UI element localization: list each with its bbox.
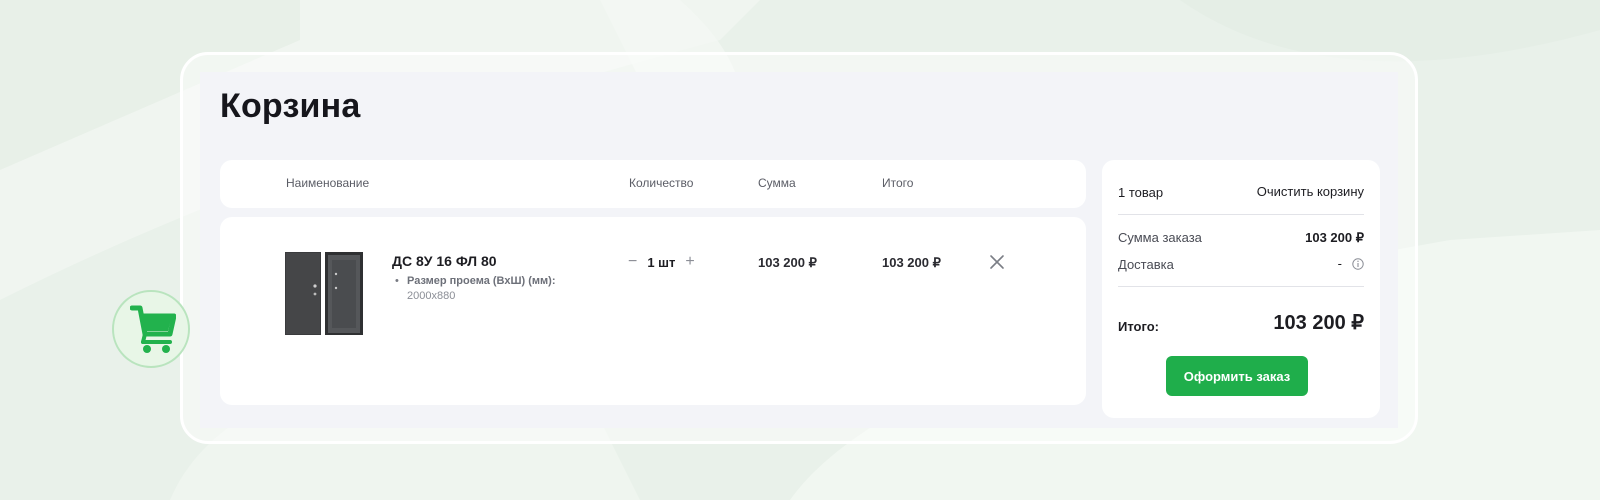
item-sum: 103 200 ₽ xyxy=(758,255,817,270)
quantity-stepper: − 1 шт + xyxy=(628,252,695,272)
delivery-value: - xyxy=(1337,256,1342,271)
column-sum: Сумма xyxy=(758,176,796,190)
quantity-increase-button[interactable]: + xyxy=(685,254,694,270)
order-summary: 1 товар Очистить корзину Сумма заказа 10… xyxy=(1102,160,1380,418)
quantity-value: 1 шт xyxy=(647,254,676,270)
spec-label: Размер проема (ВхШ) (мм): xyxy=(407,275,556,287)
order-sum-label: Сумма заказа xyxy=(1118,230,1202,245)
delivery-label: Доставка xyxy=(1118,257,1174,272)
column-name: Наименование xyxy=(286,176,370,190)
spec-bullet: • xyxy=(395,275,399,287)
spec-value: 2000х880 xyxy=(407,290,456,302)
close-icon xyxy=(990,255,1004,269)
cart-badge[interactable] xyxy=(112,290,190,368)
product-image[interactable] xyxy=(285,252,365,336)
item-total: 103 200 ₽ xyxy=(882,255,941,270)
column-quantity: Количество xyxy=(629,176,694,190)
column-total: Итого xyxy=(882,176,914,190)
cart-card: Корзина Наименование Количество Сумма Ит… xyxy=(180,52,1418,444)
cart-item-row: ДС 8У 16 ФЛ 80 • Размер проема (ВхШ) (мм)… xyxy=(220,217,1086,405)
cart-icon xyxy=(130,305,176,353)
table-header: Наименование Количество Сумма Итого xyxy=(220,160,1086,208)
total-value: 103 200 ₽ xyxy=(1273,312,1364,334)
quantity-decrease-button[interactable]: − xyxy=(628,254,637,270)
product-spec: • Размер проема (ВхШ) (мм): 2000х880 xyxy=(395,274,556,304)
clear-cart-button[interactable]: Очистить корзину xyxy=(1257,184,1364,199)
divider xyxy=(1118,286,1364,287)
product-name[interactable]: ДС 8У 16 ФЛ 80 xyxy=(392,253,497,269)
item-count: 1 товар xyxy=(1118,185,1164,200)
info-icon[interactable] xyxy=(1352,258,1364,270)
checkout-button[interactable]: Оформить заказ xyxy=(1166,356,1308,396)
order-sum-value: 103 200 ₽ xyxy=(1305,230,1364,245)
total-label: Итого: xyxy=(1118,319,1159,334)
cart-panel: Корзина Наименование Количество Сумма Ит… xyxy=(200,72,1398,428)
page-title: Корзина xyxy=(220,87,361,125)
remove-item-button[interactable] xyxy=(987,252,1007,272)
divider xyxy=(1118,214,1364,215)
